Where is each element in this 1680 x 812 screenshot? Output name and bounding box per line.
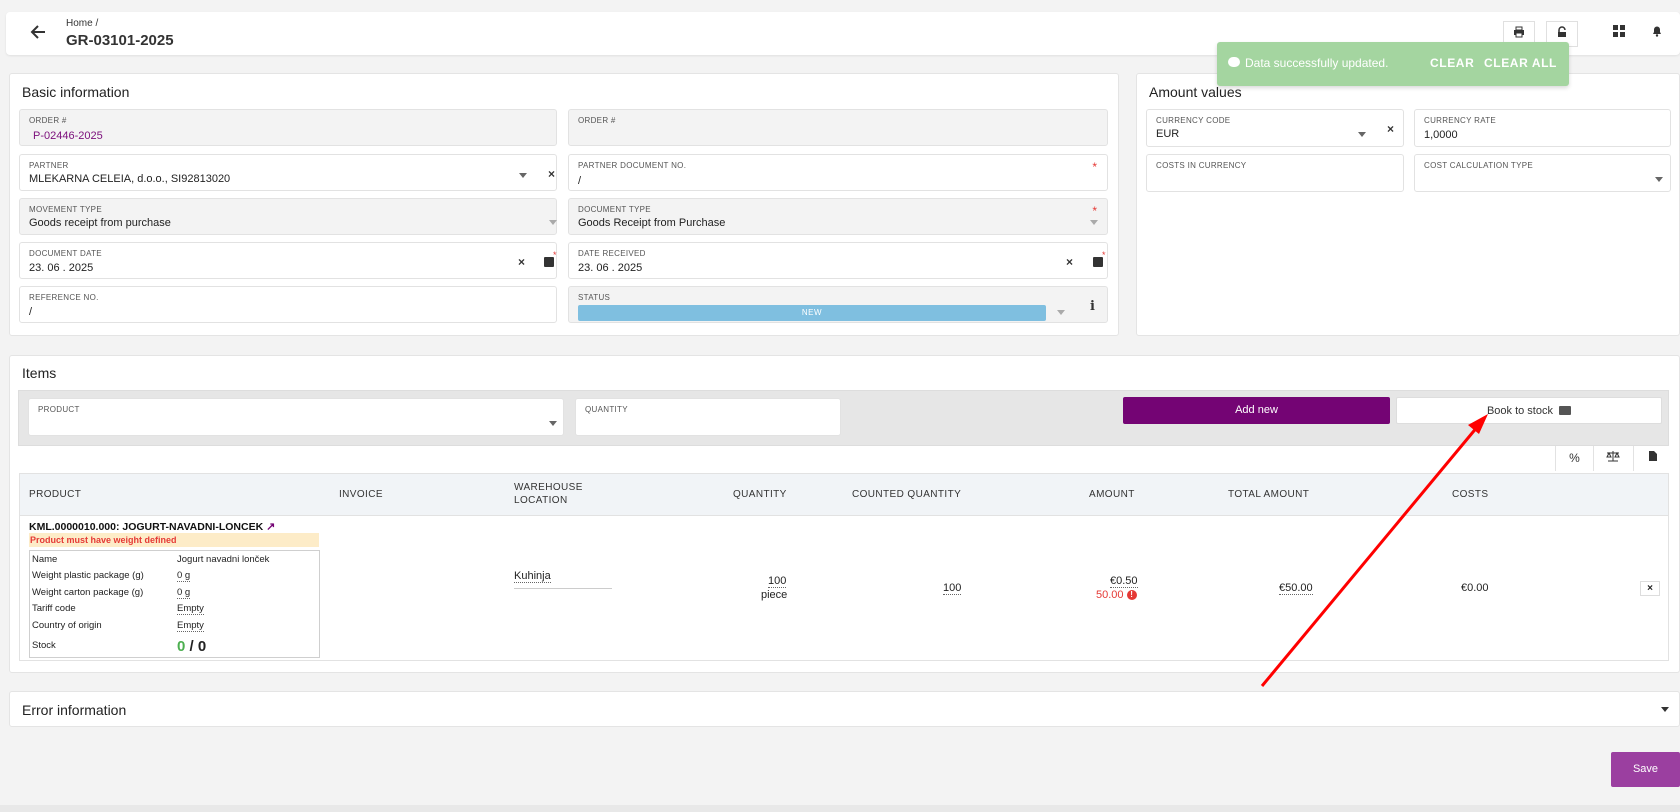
chevron-down-icon[interactable] xyxy=(1661,707,1669,712)
save-button[interactable]: Save xyxy=(1611,752,1680,787)
footer xyxy=(0,805,1680,812)
section-title: Error information xyxy=(22,702,127,718)
error-information-card[interactable]: Error information xyxy=(9,691,1680,727)
